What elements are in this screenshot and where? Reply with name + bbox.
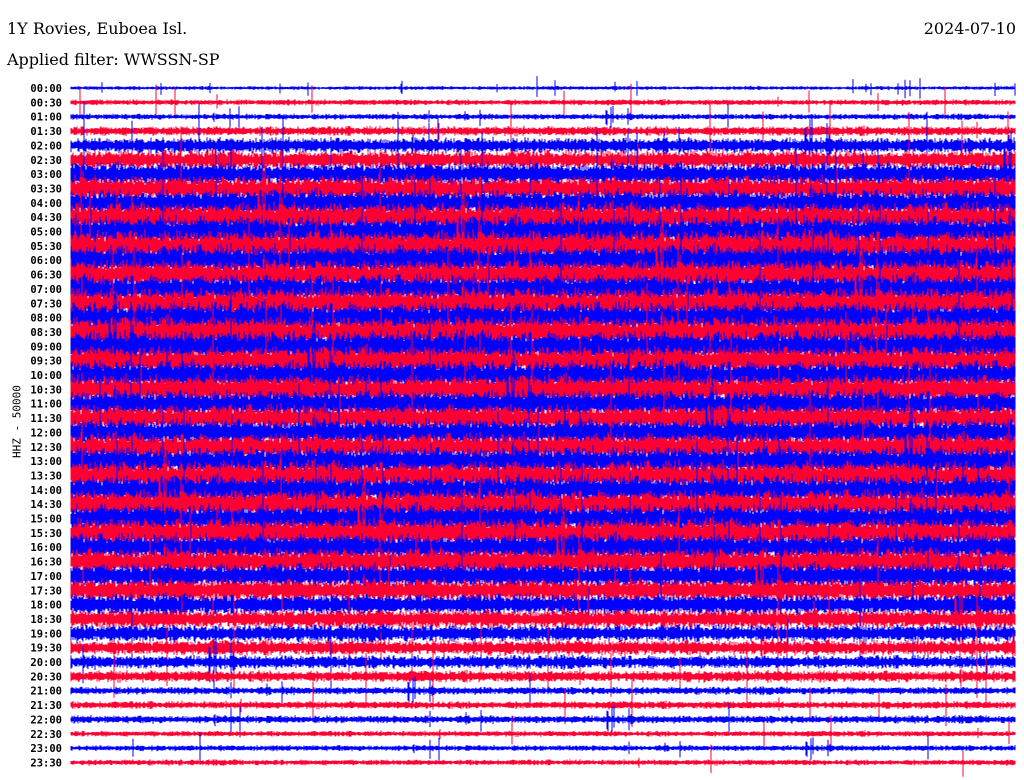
time-label: 01:30 xyxy=(30,126,62,138)
trace-2300 xyxy=(70,732,1016,764)
time-label: 18:30 xyxy=(30,614,62,626)
time-label: 03:30 xyxy=(30,183,62,195)
time-label: 16:00 xyxy=(30,542,62,554)
trace-0100 xyxy=(70,104,1016,130)
time-label: 21:30 xyxy=(30,700,62,712)
time-label: 13:00 xyxy=(30,456,62,468)
time-label: 15:00 xyxy=(30,514,62,526)
time-label: 03:00 xyxy=(30,169,62,181)
helicorder-plot: 00:00 00:30 01:00 01:30 02:00 02:30 03:00 03:30… xyxy=(30,76,1016,777)
time-label: 19:30 xyxy=(30,643,62,655)
time-label: 05:30 xyxy=(30,241,62,253)
time-label: 14:00 xyxy=(30,485,62,497)
time-label: 07:30 xyxy=(30,298,62,310)
time-label: 06:30 xyxy=(30,270,62,282)
time-label: 00:00 xyxy=(30,83,62,95)
time-label: 10:00 xyxy=(30,370,62,382)
time-label: 04:00 xyxy=(30,198,62,210)
time-label: 13:30 xyxy=(30,470,62,482)
time-label: 08:00 xyxy=(30,313,62,325)
time-label: 06:00 xyxy=(30,255,62,267)
time-label: 18:00 xyxy=(30,600,62,612)
time-label: 22:30 xyxy=(30,729,62,741)
time-label: 20:00 xyxy=(30,657,62,669)
time-label: 01:00 xyxy=(30,112,62,124)
time-label: 15:30 xyxy=(30,528,62,540)
time-label: 02:00 xyxy=(30,140,62,152)
time-label: 08:30 xyxy=(30,327,62,339)
time-label: 22:00 xyxy=(30,714,62,726)
time-label: 23:30 xyxy=(30,757,62,769)
time-label: 00:30 xyxy=(30,97,62,109)
trace-0000 xyxy=(70,76,1016,99)
time-label: 17:00 xyxy=(30,571,62,583)
time-label: 10:30 xyxy=(30,384,62,396)
time-label: 11:00 xyxy=(30,399,62,411)
time-label: 09:30 xyxy=(30,356,62,368)
time-label: 02:30 xyxy=(30,155,62,167)
time-label: 12:30 xyxy=(30,442,62,454)
time-label: 09:00 xyxy=(30,341,62,353)
time-label: 20:30 xyxy=(30,671,62,683)
time-label: 12:00 xyxy=(30,427,62,439)
time-label: 14:30 xyxy=(30,499,62,511)
time-label: 11:30 xyxy=(30,413,62,425)
time-label: 21:00 xyxy=(30,686,62,698)
time-label: 23:00 xyxy=(30,743,62,755)
time-label: 04:30 xyxy=(30,212,62,224)
time-label: 17:30 xyxy=(30,585,62,597)
time-label: 05:00 xyxy=(30,227,62,239)
time-label: 16:30 xyxy=(30,557,62,569)
time-label: 19:00 xyxy=(30,628,62,640)
time-label: 07:00 xyxy=(30,284,62,296)
